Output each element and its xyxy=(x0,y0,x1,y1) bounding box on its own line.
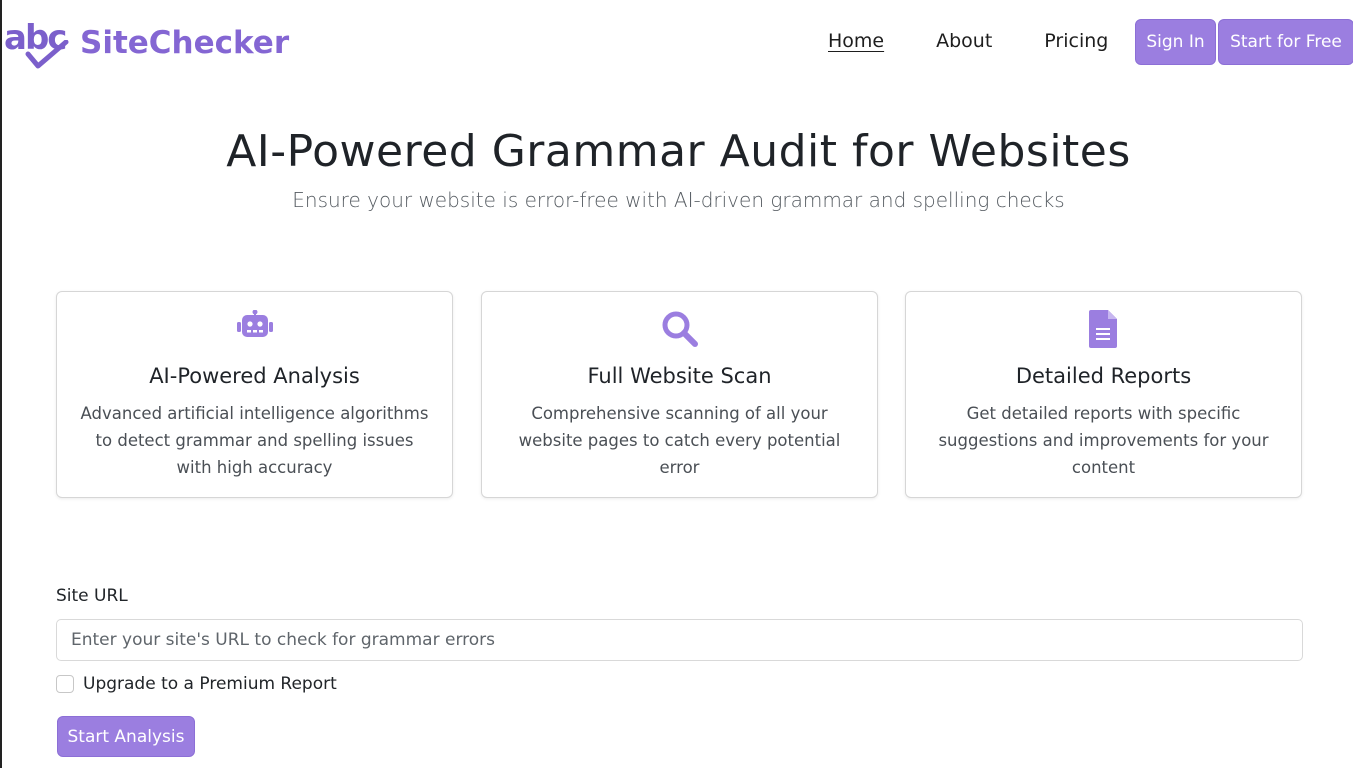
feature-card-detailed-reports: Detailed Reports Get detailed reports wi… xyxy=(905,291,1302,498)
page-title: AI-Powered Grammar Audit for Websites xyxy=(226,126,1131,177)
feature-title: AI-Powered Analysis xyxy=(149,364,360,388)
premium-report-checkbox[interactable] xyxy=(56,675,74,693)
feature-card-full-scan: Full Website Scan Comprehensive scanning… xyxy=(481,291,878,498)
sign-in-button[interactable]: Sign In xyxy=(1135,19,1216,65)
feature-card-ai-analysis: AI-Powered Analysis Advanced artificial … xyxy=(56,291,453,498)
start-analysis-button[interactable]: Start Analysis xyxy=(57,716,195,757)
feature-title: Detailed Reports xyxy=(1015,364,1192,388)
site-url-input[interactable] xyxy=(56,619,1303,661)
feature-description: Get detailed reports with specific sugge… xyxy=(938,404,1269,477)
premium-report-option: Upgrade to a Premium Report xyxy=(56,674,337,694)
nav-link-home[interactable]: Home xyxy=(828,30,884,52)
feature-title: Full Website Scan xyxy=(587,364,772,388)
navbar: abc SiteChecker Home About Pricing Sign … xyxy=(2,0,1353,84)
document-icon xyxy=(906,310,1301,348)
logo-icon: abc xyxy=(4,18,69,76)
premium-report-label[interactable]: Upgrade to a Premium Report xyxy=(83,674,337,694)
nav-links: Home About Pricing xyxy=(828,30,1160,52)
nav-link-pricing[interactable]: Pricing xyxy=(1044,30,1108,52)
brand-logo-link[interactable]: abc SiteChecker xyxy=(4,18,290,76)
brand-name: SiteChecker xyxy=(80,25,290,61)
robot-icon xyxy=(57,310,452,348)
page-subtitle: Ensure your website is error-free with A… xyxy=(292,188,1065,212)
site-url-label: Site URL xyxy=(56,586,128,606)
feature-description: Comprehensive scanning of all your websi… xyxy=(518,404,841,477)
feature-description: Advanced artificial intelligence algorit… xyxy=(80,404,429,477)
start-for-free-button[interactable]: Start for Free xyxy=(1218,19,1353,65)
search-icon xyxy=(482,310,877,348)
nav-link-about[interactable]: About xyxy=(936,30,992,52)
